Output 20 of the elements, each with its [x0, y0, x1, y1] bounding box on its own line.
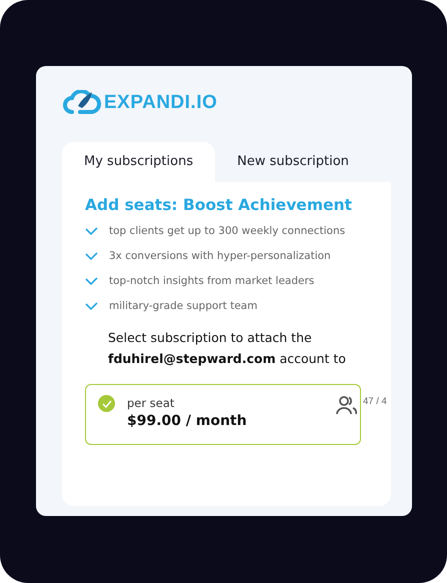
section-heading: Add seats: Boost Achievement — [85, 196, 353, 214]
feature-text: top clients get up to 300 weekly connections — [109, 224, 346, 239]
feature-text: top-notch insights from market leaders — [109, 274, 316, 289]
tab[interactable]: New subscription — [215, 142, 371, 182]
seat-count: 47 / 4 — [363, 396, 387, 407]
check-icon — [85, 277, 98, 286]
feature-text: 3x conversions with hyper-personalization — [109, 249, 332, 264]
users-icon — [336, 395, 358, 415]
subscription-option[interactable]: per seat $99.00 / month — [85, 384, 361, 445]
cloud-rocket-icon — [62, 90, 102, 116]
check-icon — [85, 302, 98, 311]
plan-price: $99.00 / month — [127, 413, 247, 429]
prompt-text: Select subscription to attach the fduhirel@stepward.com account to — [108, 329, 347, 368]
logo-text: EXPANDI.IO — [104, 92, 218, 114]
check-icon — [98, 395, 115, 412]
check-icon — [85, 252, 98, 261]
check-icon — [85, 227, 98, 236]
tab[interactable]: My subscriptions — [62, 142, 216, 182]
plan-label: per seat — [127, 396, 176, 410]
feature-text: military-grade support team — [109, 299, 258, 314]
